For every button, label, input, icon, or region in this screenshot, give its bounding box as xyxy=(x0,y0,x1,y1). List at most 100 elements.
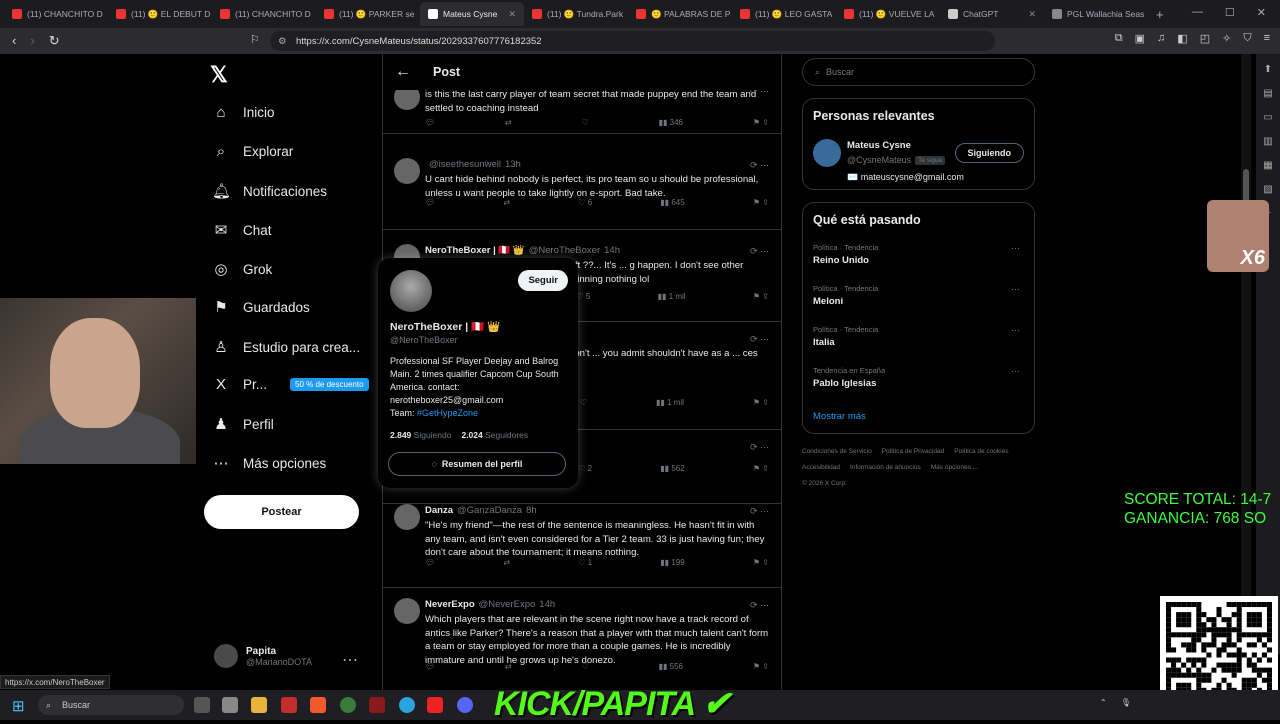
trend-item[interactable]: Política · TendenciaMeloni⋯ xyxy=(813,284,1024,307)
avatar[interactable] xyxy=(394,158,420,184)
media-icon[interactable]: ♫ xyxy=(1157,32,1165,45)
app-icon[interactable] xyxy=(222,697,238,713)
views-icon[interactable]: ▮▮ 645 xyxy=(660,198,684,207)
browser-tab[interactable]: (11) 🙂 LEO GASTA✕ xyxy=(732,2,836,26)
bookmark-icon[interactable]: ⚑ ⇪ xyxy=(753,662,769,671)
like-icon[interactable]: ♡ 2 xyxy=(578,464,592,473)
bookmark-icon[interactable]: ⚑ ⇪ xyxy=(753,292,769,301)
footer-link[interactable]: Accesibilidad xyxy=(802,460,840,476)
reply-icon[interactable]: 💬︎ xyxy=(425,198,435,207)
minimize-icon[interactable]: — xyxy=(1192,6,1203,19)
footer-link[interactable]: Política de Privacidad xyxy=(882,444,945,460)
leo-icon[interactable]: ✧ xyxy=(1222,32,1231,45)
tweet-more-icon[interactable]: ⟳ ⋯ xyxy=(750,246,769,257)
sidebar-item-notificaciones[interactable]: 🔔︎Notificaciones xyxy=(212,182,327,200)
sidebar-item-perfil[interactable]: ♟Perfil xyxy=(212,415,274,433)
task-view-icon[interactable] xyxy=(194,697,210,713)
vpn-icon[interactable]: ⛉ xyxy=(1243,32,1251,45)
trend-more-icon[interactable]: ⋯ xyxy=(1011,284,1020,295)
browser-tab[interactable]: (11) CHANCHITO D✕ xyxy=(4,2,108,26)
tweet-time[interactable]: 13h xyxy=(505,159,521,170)
followers-stat[interactable]: 2.024 Seguidores xyxy=(461,430,528,440)
like-icon[interactable]: ♡ xyxy=(580,398,587,407)
maximize-icon[interactable]: ☐ xyxy=(1225,6,1235,19)
panel-icon[interactable]: ▧ xyxy=(1262,184,1274,196)
panel-icon[interactable]: ▭ xyxy=(1262,112,1274,124)
panel-icon[interactable]: ▥ xyxy=(1262,136,1274,148)
back-icon[interactable]: ‹ xyxy=(12,33,16,49)
person-email[interactable]: ✉️ mateuscysne@gmail.com xyxy=(847,172,964,183)
back-arrow-icon[interactable]: ← xyxy=(395,63,411,81)
bookmark-icon[interactable]: ⚑ ⇪ xyxy=(753,558,769,567)
app-icon[interactable] xyxy=(340,697,356,713)
screenshot-icon[interactable]: ▣ xyxy=(1135,32,1145,45)
like-icon[interactable]: ♡ 6 xyxy=(578,198,592,207)
browser-tab[interactable]: Mateus Cysne✕ xyxy=(420,2,524,26)
bookmark-icon[interactable]: ⚑ ⇪ xyxy=(753,464,769,473)
tweet-author-handle[interactable]: @NeverExpo xyxy=(479,599,536,610)
tweet-author-name[interactable]: NeroTheBoxer | 🇵🇪 👑 xyxy=(425,245,525,256)
avatar[interactable] xyxy=(390,270,432,312)
retweet-icon[interactable]: ⇄ xyxy=(505,662,512,671)
bookmark-icon[interactable]: ⚑ ⇪ xyxy=(753,118,769,127)
following-stat[interactable]: 2.849 Siguiendo xyxy=(390,430,451,440)
close-icon[interactable]: ✕ xyxy=(1257,6,1266,19)
wallet-icon[interactable]: ◰ xyxy=(1200,32,1210,45)
person-handle[interactable]: @CysneMateus xyxy=(847,155,911,165)
taskbar-search[interactable]: ⌕ Buscar xyxy=(38,695,184,715)
panel-icon[interactable]: ▦ xyxy=(1262,160,1274,172)
tweet-time[interactable]: 14h xyxy=(539,599,555,610)
views-icon[interactable]: ▮▮ 199 xyxy=(660,558,684,567)
brave-icon[interactable] xyxy=(310,697,326,713)
mic-icon[interactable]: 🎙︎ xyxy=(1121,698,1131,707)
account-more-icon[interactable]: ⋯ xyxy=(342,650,358,670)
views-icon[interactable]: ▮▮ 562 xyxy=(660,464,684,473)
trend-more-icon[interactable]: ⋯ xyxy=(1011,325,1020,336)
popup-team-hashtag[interactable]: #GetHypeZone xyxy=(417,408,478,418)
folder-icon[interactable] xyxy=(251,697,267,713)
url-field[interactable]: ⚙ https://x.com/CysneMateus/status/20293… xyxy=(270,31,995,51)
reply-icon[interactable]: 💬︎ xyxy=(425,118,435,127)
bookmark-page-icon[interactable]: ⚐ xyxy=(250,33,260,46)
youtube-icon[interactable] xyxy=(427,697,443,713)
trend-item[interactable]: Tendencia en EspañaPablo Iglesias⋯ xyxy=(813,366,1024,389)
extensions-icon[interactable]: ⧉ xyxy=(1115,32,1123,45)
tweet-author-handle[interactable]: @iseethesunwell xyxy=(429,159,501,170)
footer-link[interactable]: Información de anuncios xyxy=(850,460,921,476)
trend-item[interactable]: Política · TendenciaItalia⋯ xyxy=(813,325,1024,348)
tweet-time[interactable]: 14h xyxy=(604,245,620,256)
tweet-author-handle[interactable]: @NeroTheBoxer xyxy=(529,245,600,256)
discord-icon[interactable] xyxy=(457,697,473,713)
views-icon[interactable]: ▮▮ 1 mil xyxy=(656,398,684,407)
tweet-more-icon[interactable]: ⟳ ⋯ xyxy=(750,442,769,453)
like-icon[interactable]: ♡ 5 xyxy=(576,292,590,301)
panel-icon[interactable]: ▤ xyxy=(1262,88,1274,100)
browser-tab[interactable]: (11) 🙂 EL DEBUT D✕ xyxy=(108,2,212,26)
menu-icon[interactable]: ≡ xyxy=(1264,32,1270,45)
tweet[interactable]: @iseethesunwell13hU cant hide behind nob… xyxy=(383,150,781,230)
retweet-icon[interactable]: ⇄ xyxy=(503,198,510,207)
like-icon[interactable]: ♡ xyxy=(582,118,589,127)
browser-tab[interactable]: 🙂 PALABRAS DE P✕ xyxy=(628,2,732,26)
site-info-icon[interactable]: ⚙ xyxy=(278,36,287,47)
profile-summary-button[interactable]: ◌ Resumen del perfil xyxy=(388,452,566,476)
post-button[interactable]: Postear xyxy=(204,495,359,529)
x-logo-icon[interactable]: 𝕏 xyxy=(210,62,228,88)
popup-handle[interactable]: @NeroTheBoxer xyxy=(390,335,566,345)
sidebar-item-grok[interactable]: ◎Grok xyxy=(212,260,272,278)
sidebar-item-pr[interactable]: XPr...50 % de descuento xyxy=(212,376,369,393)
tweet-time[interactable]: 8h xyxy=(526,505,537,516)
sidebar-item-guardados[interactable]: ⚑Guardados xyxy=(212,298,310,316)
footer-link[interactable]: Política de cookies xyxy=(954,444,1008,460)
tab-close-icon[interactable]: ✕ xyxy=(508,9,516,20)
trend-item[interactable]: Política · TendenciaReino Unido⋯ xyxy=(813,243,1024,266)
like-icon[interactable]: ♡ 1 xyxy=(578,558,592,567)
browser-tab[interactable]: (11) 🙂 PARKER se✕ xyxy=(316,2,420,26)
tweet-author-name[interactable]: Danza xyxy=(425,505,453,516)
browser-tab[interactable]: (11) 🙂 Tundra.Park✕ xyxy=(524,2,628,26)
account-switcher[interactable]: Papita @MarianoDOTA ⋯ xyxy=(214,644,312,668)
avatar[interactable] xyxy=(394,504,420,530)
sidebar-item-estudio-para-crea[interactable]: ♙Estudio para crea... xyxy=(212,338,360,356)
footer-link[interactable]: Más opciones ... xyxy=(931,460,978,476)
bookmark-icon[interactable]: ⚑ ⇪ xyxy=(753,398,769,407)
